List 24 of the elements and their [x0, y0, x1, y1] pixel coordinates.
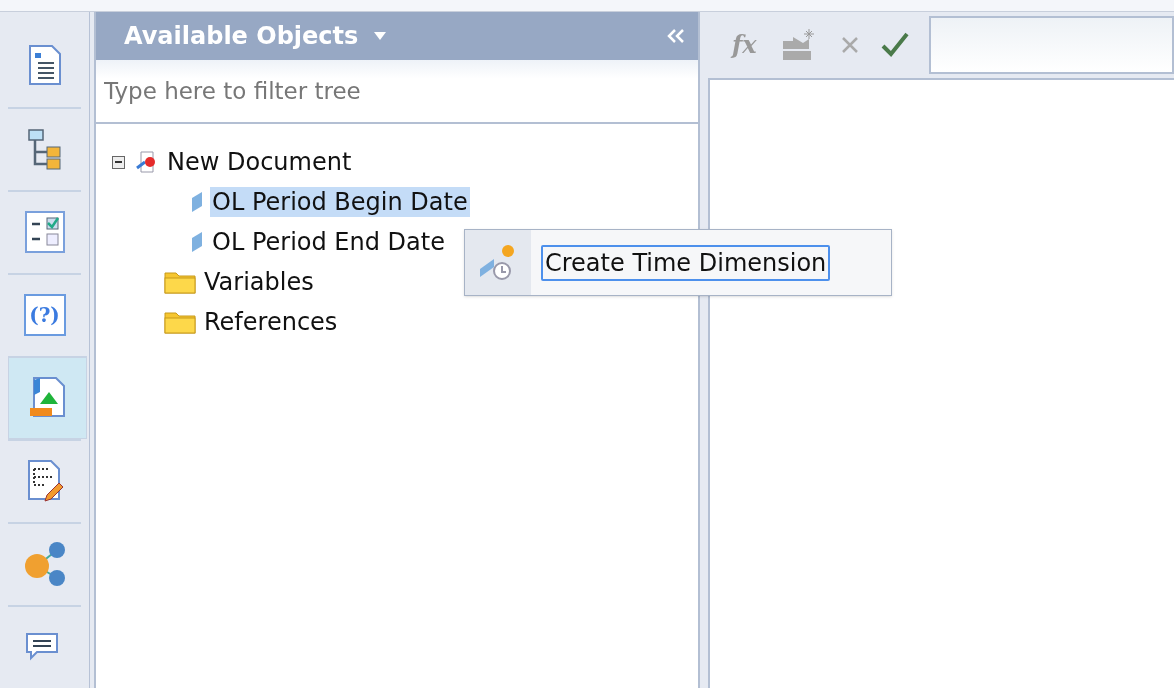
hierarchy-icon: [26, 128, 63, 171]
menu-item[interactable]: Create Time Dimension: [541, 244, 831, 281]
dimension-icon: [190, 190, 204, 214]
filter-field[interactable]: Type here to filter tree: [96, 60, 698, 124]
tree-item[interactable]: Variables: [202, 267, 316, 297]
formula-field[interactable]: [928, 16, 1174, 74]
share-icon: [22, 540, 67, 589]
dimension-icon: [190, 230, 204, 254]
sidebar-button[interactable]: [8, 355, 87, 439]
checkmark-icon[interactable]: [880, 32, 909, 58]
folder-icon: [164, 310, 196, 334]
dropdown-icon[interactable]: [374, 32, 387, 40]
chart-document-icon: [27, 375, 68, 420]
collapse-panel-icon[interactable]: [666, 29, 686, 43]
folder-icon: [164, 270, 196, 294]
tree-item[interactable]: References: [202, 307, 340, 337]
document-icon: [27, 44, 62, 87]
tree-item[interactable]: OL Period End Date: [210, 227, 447, 257]
tree-item[interactable]: New Document: [165, 147, 354, 177]
collapse-icon[interactable]: [112, 155, 125, 169]
help-icon: (?): [23, 294, 66, 337]
checklist-icon: [24, 211, 65, 254]
tree-item[interactable]: OL Period Begin Date: [210, 187, 470, 217]
sidebar-button[interactable]: (?): [8, 272, 81, 356]
